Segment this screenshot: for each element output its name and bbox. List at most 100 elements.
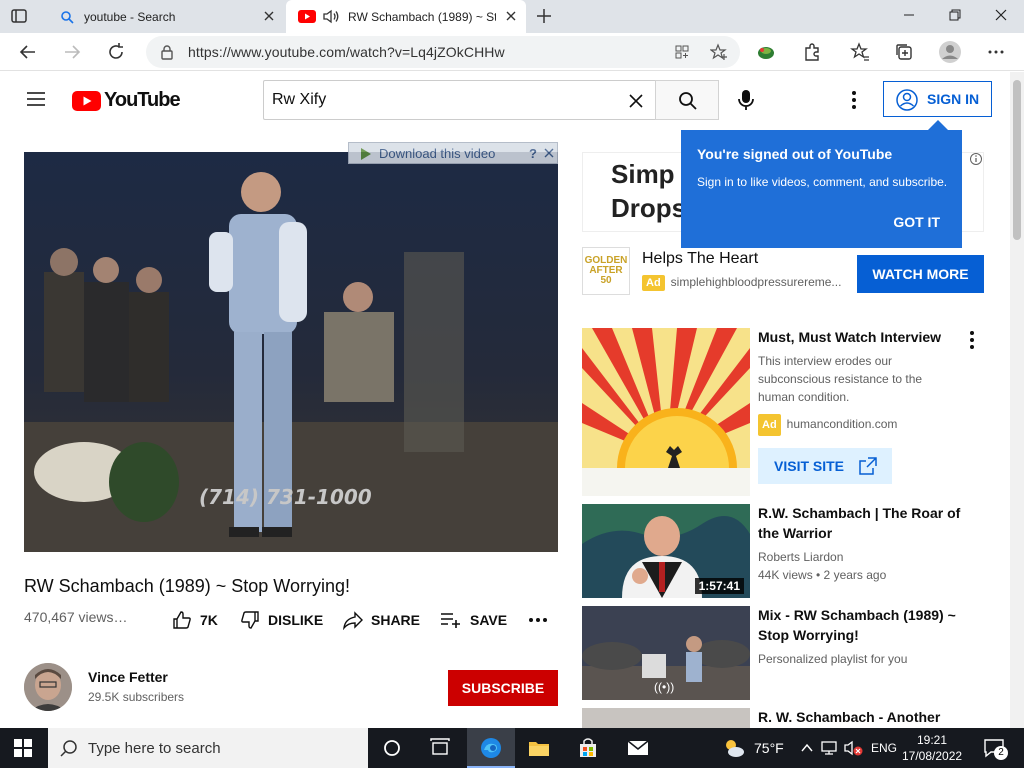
settings-dots-icon[interactable]	[850, 90, 858, 110]
extensions-puzzle-icon[interactable]	[802, 42, 822, 62]
microphone-icon[interactable]	[738, 88, 754, 112]
watch-more-button[interactable]: WATCH MORE	[857, 255, 984, 293]
save-button[interactable]: SAVE	[440, 608, 507, 632]
windows-start-icon[interactable]	[14, 739, 32, 757]
minimize-icon[interactable]	[886, 0, 932, 30]
mail-icon[interactable]	[626, 736, 650, 760]
weather-icon[interactable]	[722, 736, 746, 760]
scrollbar-thumb[interactable]	[1013, 80, 1021, 240]
refresh-icon[interactable]	[106, 42, 126, 62]
weather-temperature[interactable]: 75°F	[754, 740, 784, 756]
youtube-logo[interactable]: YouTube	[72, 89, 181, 112]
like-button[interactable]: 7K	[172, 608, 218, 632]
video-frame-image: (714) 731-1000	[24, 152, 558, 552]
add-favorite-icon[interactable]	[710, 43, 728, 61]
popup-title: You're signed out of YouTube	[697, 146, 893, 162]
tab-actions-icon[interactable]	[10, 8, 28, 24]
search-value: Rw Xify	[272, 91, 327, 108]
got-it-button[interactable]: GOT IT	[893, 214, 940, 230]
microsoft-store-icon[interactable]	[576, 736, 600, 760]
search-button[interactable]	[655, 80, 719, 120]
ad-thumbnail[interactable]	[582, 328, 750, 496]
more-options-icon[interactable]	[986, 42, 1006, 62]
address-bar[interactable]: https://www.youtube.com/watch?v=Lq4jZOkC…	[146, 36, 740, 68]
sign-in-label: SIGN IN	[927, 91, 980, 107]
ad-domain: simplehighbloodpressurereme...	[670, 275, 842, 289]
extension-icon[interactable]	[756, 42, 776, 62]
external-link-icon	[859, 457, 877, 475]
audio-playing-icon[interactable]	[322, 9, 340, 24]
subscribe-button[interactable]: SUBSCRIBE	[448, 670, 558, 706]
system-clock[interactable]: 19:21 17/08/2022	[902, 732, 962, 764]
new-tab-icon[interactable]	[534, 6, 554, 26]
tab-youtube-search[interactable]: youtube - Search	[48, 0, 284, 33]
sunrise-image	[582, 328, 750, 496]
youtube-header: YouTube Rw Xify SIGN IN	[0, 72, 1010, 128]
dislike-button[interactable]: DISLIKE	[240, 608, 323, 632]
page-scrollbar[interactable]	[1010, 72, 1024, 728]
share-button[interactable]: SHARE	[343, 608, 420, 632]
ad-info-icon[interactable]	[969, 152, 983, 166]
collections-icon[interactable]	[894, 42, 914, 62]
ad-badge: Ad	[642, 275, 665, 291]
video-thumbnail[interactable]	[582, 708, 750, 728]
play-icon	[361, 148, 371, 160]
clock-time: 19:21	[916, 733, 948, 747]
dislike-label: DISLIKE	[268, 612, 324, 628]
hamburger-menu-icon[interactable]	[26, 91, 46, 107]
cortana-icon[interactable]	[380, 736, 404, 760]
lock-icon[interactable]	[160, 44, 174, 60]
app-available-icon[interactable]	[674, 44, 690, 60]
rec-channel[interactable]: Roberts Liardon	[758, 548, 958, 566]
download-video-bar[interactable]: Download this video ?	[348, 142, 558, 164]
video-player[interactable]: (714) 731-1000	[24, 152, 558, 552]
volume-muted-icon[interactable]	[843, 739, 863, 757]
popup-message: Sign in to like videos, comment, and sub…	[697, 175, 948, 189]
back-icon[interactable]	[18, 42, 38, 62]
rec-menu-icon[interactable]	[968, 330, 976, 350]
forward-icon[interactable]	[62, 42, 82, 62]
taskbar-edge-button[interactable]	[467, 728, 515, 768]
network-icon[interactable]	[820, 740, 838, 756]
sign-in-button[interactable]: SIGN IN	[883, 81, 992, 117]
ad-banner-line1: Simp	[611, 159, 675, 189]
notifications-button[interactable]: 2	[982, 736, 1008, 760]
task-view-icon[interactable]	[428, 736, 452, 760]
mix-thumbnail[interactable]: ((•))	[582, 606, 750, 700]
url-text: https://www.youtube.com/watch?v=Lq4jZOkC…	[188, 44, 505, 60]
file-explorer-icon[interactable]	[527, 736, 551, 760]
logo-text: YouTube	[104, 89, 181, 111]
ad-logo[interactable]: GOLDEN AFTER 50	[582, 247, 630, 295]
restore-icon[interactable]	[932, 0, 978, 30]
search-icon	[679, 92, 697, 110]
phone-overlay-text: (714) 731-1000	[199, 485, 372, 509]
channel-name[interactable]: Vince Fetter	[88, 669, 168, 685]
rec-title[interactable]: R. W. Schambach - Another	[758, 707, 968, 727]
search-input[interactable]: Rw Xify	[263, 80, 656, 120]
close-tab-icon[interactable]	[504, 9, 518, 23]
close-icon[interactable]	[544, 148, 554, 158]
ad-title[interactable]: Helps The Heart	[642, 250, 758, 268]
view-count[interactable]: 470,467 views…	[24, 609, 128, 625]
taskbar-search-box[interactable]: Type here to search	[48, 728, 368, 768]
more-actions-icon[interactable]	[528, 616, 548, 624]
visit-site-button[interactable]: VISIT SITE	[758, 448, 892, 484]
clear-search-icon[interactable]	[628, 93, 644, 109]
close-tab-icon[interactable]	[262, 9, 276, 23]
rec-ad-domain-row: Ad humancondition.com	[758, 414, 958, 436]
channel-avatar[interactable]	[24, 663, 72, 711]
download-help-icon[interactable]: ?	[529, 146, 537, 161]
profile-avatar-icon[interactable]	[938, 40, 962, 64]
rec-title[interactable]: R.W. Schambach | The Roar of the Warrior	[758, 503, 968, 543]
tab-youtube-video[interactable]: RW Schambach (1989) ~ Stop Worrying!	[286, 0, 526, 33]
chevron-up-icon[interactable]	[801, 743, 813, 753]
close-window-icon[interactable]	[978, 0, 1024, 30]
video-thumbnail[interactable]: 1:57:41	[582, 504, 750, 598]
rec-title[interactable]: Must, Must Watch Interview	[758, 327, 968, 347]
rec-meta: 44K views • 2 years ago	[758, 568, 887, 582]
language-indicator[interactable]: ENG	[871, 741, 897, 755]
rec-meta: Personalized playlist for you	[758, 652, 908, 666]
favorites-icon[interactable]	[850, 42, 870, 62]
rec-title[interactable]: Mix - RW Schambach (1989) ~ Stop Worryin…	[758, 605, 968, 645]
account-icon	[896, 89, 918, 111]
